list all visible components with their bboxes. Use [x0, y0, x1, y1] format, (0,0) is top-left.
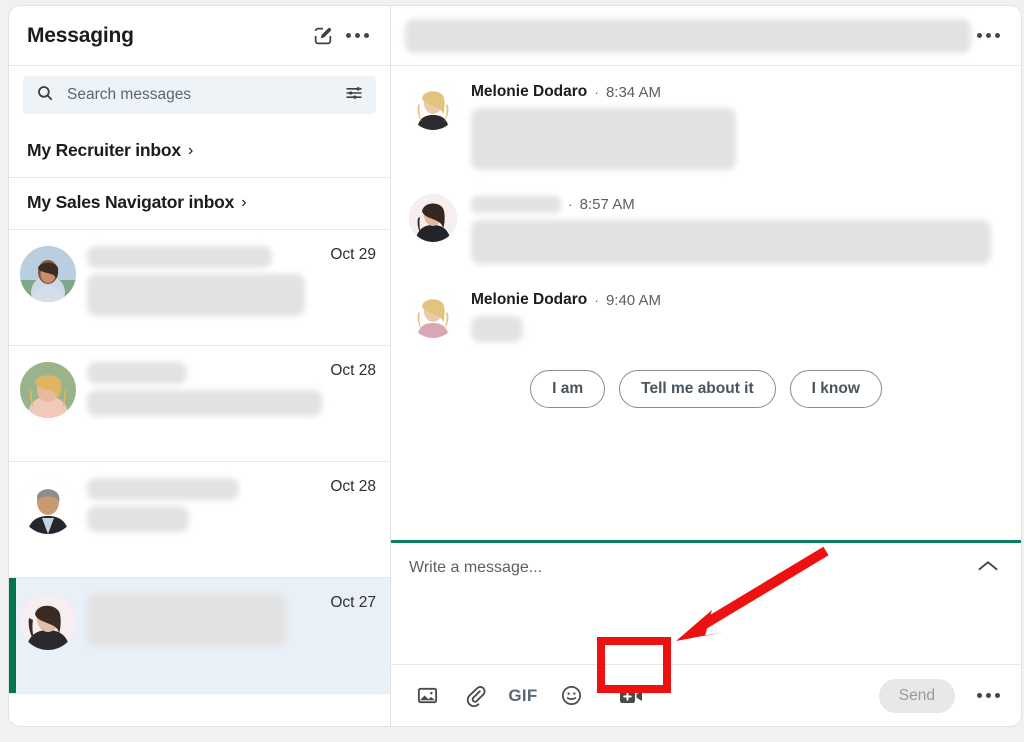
emoji-smiley-icon[interactable] — [549, 674, 593, 718]
gif-label: GIF — [508, 685, 538, 705]
conversation-name-redacted — [87, 362, 187, 384]
recruiter-inbox-label: My Recruiter inbox — [27, 140, 181, 160]
sales-navigator-inbox-label: My Sales Navigator inbox — [27, 192, 235, 212]
search-icon — [36, 84, 54, 107]
conversation-list: Oct 29 Oct 28 Oct 28 Oct 27 — [9, 230, 390, 726]
list-item[interactable]: Oct 28 — [9, 462, 390, 578]
message-content: Melonie Dodaro · 9:40 AM — [471, 290, 999, 342]
conversation-name-redacted — [87, 246, 272, 268]
compose-toolbar: GIF Send — [391, 664, 1021, 726]
conversation-text — [87, 244, 322, 331]
image-icon[interactable] — [405, 674, 449, 718]
search-input[interactable] — [65, 85, 344, 105]
conversation-timestamp: Oct 28 — [330, 362, 376, 379]
list-item[interactable]: Oct 29 — [9, 230, 390, 346]
filter-sliders-icon[interactable] — [344, 83, 364, 108]
message-sender: Melonie Dodaro — [471, 83, 588, 100]
message-item: Melonie Dodaro · 8:34 AM — [391, 80, 1021, 180]
avatar-container — [9, 476, 87, 563]
message-body-redacted — [471, 220, 991, 264]
compose-overflow-menu-icon[interactable] — [971, 679, 1005, 713]
messaging-window: Messaging Search messages My Recruiter i… — [8, 5, 1022, 727]
overflow-dots — [345, 33, 369, 38]
avatar — [20, 594, 76, 650]
sidebar-header: Messaging — [9, 6, 390, 66]
conversation-timestamp: Oct 27 — [330, 594, 376, 611]
conversation-sidebar: Messaging Search messages My Recruiter i… — [9, 6, 391, 726]
overflow-dots — [976, 693, 1000, 698]
message-thread-pane: Melonie Dodaro · 8:34 AM · 8:57 AM Melon… — [391, 6, 1021, 726]
message-timestamp: 8:34 AM — [605, 83, 661, 101]
avatar — [409, 290, 457, 338]
message-input-container[interactable]: Write a message... — [391, 543, 1021, 664]
overflow-dots — [976, 33, 1000, 38]
send-button[interactable]: Send — [878, 678, 955, 713]
thread-overflow-menu-icon[interactable] — [971, 19, 1005, 53]
message-timestamp: 9:40 AM — [605, 291, 661, 309]
message-meta: Melonie Dodaro · 8:34 AM — [471, 82, 999, 102]
message-sender-redacted — [471, 195, 561, 213]
thread-header — [391, 6, 1021, 66]
thread-participant-redacted — [405, 18, 971, 53]
conversation-timestamp: Oct 28 — [330, 478, 376, 495]
quick-reply-suggestions: I am Tell me about it I know — [391, 352, 1021, 424]
message-item: · 8:57 AM — [391, 180, 1021, 274]
message-meta: · 8:57 AM — [471, 194, 999, 214]
gif-icon[interactable]: GIF — [501, 674, 545, 718]
avatar — [20, 478, 76, 534]
meta-separator: · — [568, 196, 573, 212]
avatar — [409, 82, 457, 130]
conversation-timestamp: Oct 29 — [330, 246, 376, 263]
chevron-right-icon: › — [187, 141, 194, 159]
message-meta: Melonie Dodaro · 9:40 AM — [471, 290, 999, 310]
message-item: Melonie Dodaro · 9:40 AM — [391, 274, 1021, 352]
avatar-container — [9, 592, 87, 679]
avatar — [409, 194, 457, 242]
compose-pencil-icon[interactable] — [306, 19, 340, 53]
search-container — [9, 66, 390, 126]
meta-separator: · — [594, 292, 599, 308]
list-item[interactable]: Oct 28 — [9, 346, 390, 462]
chevron-right-icon: › — [241, 193, 247, 211]
conversation-preview-redacted — [87, 390, 322, 416]
compose-area: Write a message... GIF Send — [391, 540, 1021, 726]
list-item-selected[interactable]: Oct 27 — [9, 578, 390, 694]
search-box[interactable] — [23, 76, 376, 114]
sidebar-item-sales-navigator-inbox[interactable]: My Sales Navigator inbox › — [9, 178, 390, 230]
conversation-preview-redacted — [87, 274, 305, 316]
avatar — [20, 246, 76, 302]
meta-separator: · — [594, 84, 599, 100]
sidebar-overflow-menu-icon[interactable] — [340, 19, 374, 53]
message-body-redacted — [471, 316, 523, 342]
conversation-text — [87, 360, 322, 447]
message-content: · 8:57 AM — [471, 194, 999, 264]
avatar-container — [9, 360, 87, 447]
message-sender: Melonie Dodaro — [471, 291, 588, 308]
avatar — [20, 362, 76, 418]
attachment-paperclip-icon[interactable] — [453, 674, 497, 718]
sidebar-item-recruiter-inbox[interactable]: My Recruiter inbox › — [9, 126, 390, 178]
message-list: Melonie Dodaro · 8:34 AM · 8:57 AM Melon… — [391, 66, 1021, 540]
page-title: Messaging — [27, 23, 134, 47]
chevron-up-icon[interactable] — [973, 559, 1003, 583]
quick-reply-button[interactable]: I am — [530, 370, 606, 408]
selected-indicator-bar — [9, 578, 16, 693]
conversation-text — [87, 592, 322, 679]
message-timestamp: 8:57 AM — [579, 195, 635, 213]
conversation-preview-redacted — [87, 506, 189, 532]
message-body-redacted — [471, 108, 736, 170]
quick-reply-button[interactable]: Tell me about it — [619, 370, 776, 408]
conversation-text — [87, 476, 322, 563]
video-add-icon[interactable] — [609, 674, 653, 718]
conversation-name-redacted — [87, 594, 287, 646]
message-content: Melonie Dodaro · 8:34 AM — [471, 82, 999, 170]
message-input-placeholder[interactable]: Write a message... — [409, 559, 973, 664]
avatar-container — [9, 244, 87, 331]
conversation-name-redacted — [87, 478, 239, 500]
quick-reply-button[interactable]: I know — [789, 370, 882, 408]
